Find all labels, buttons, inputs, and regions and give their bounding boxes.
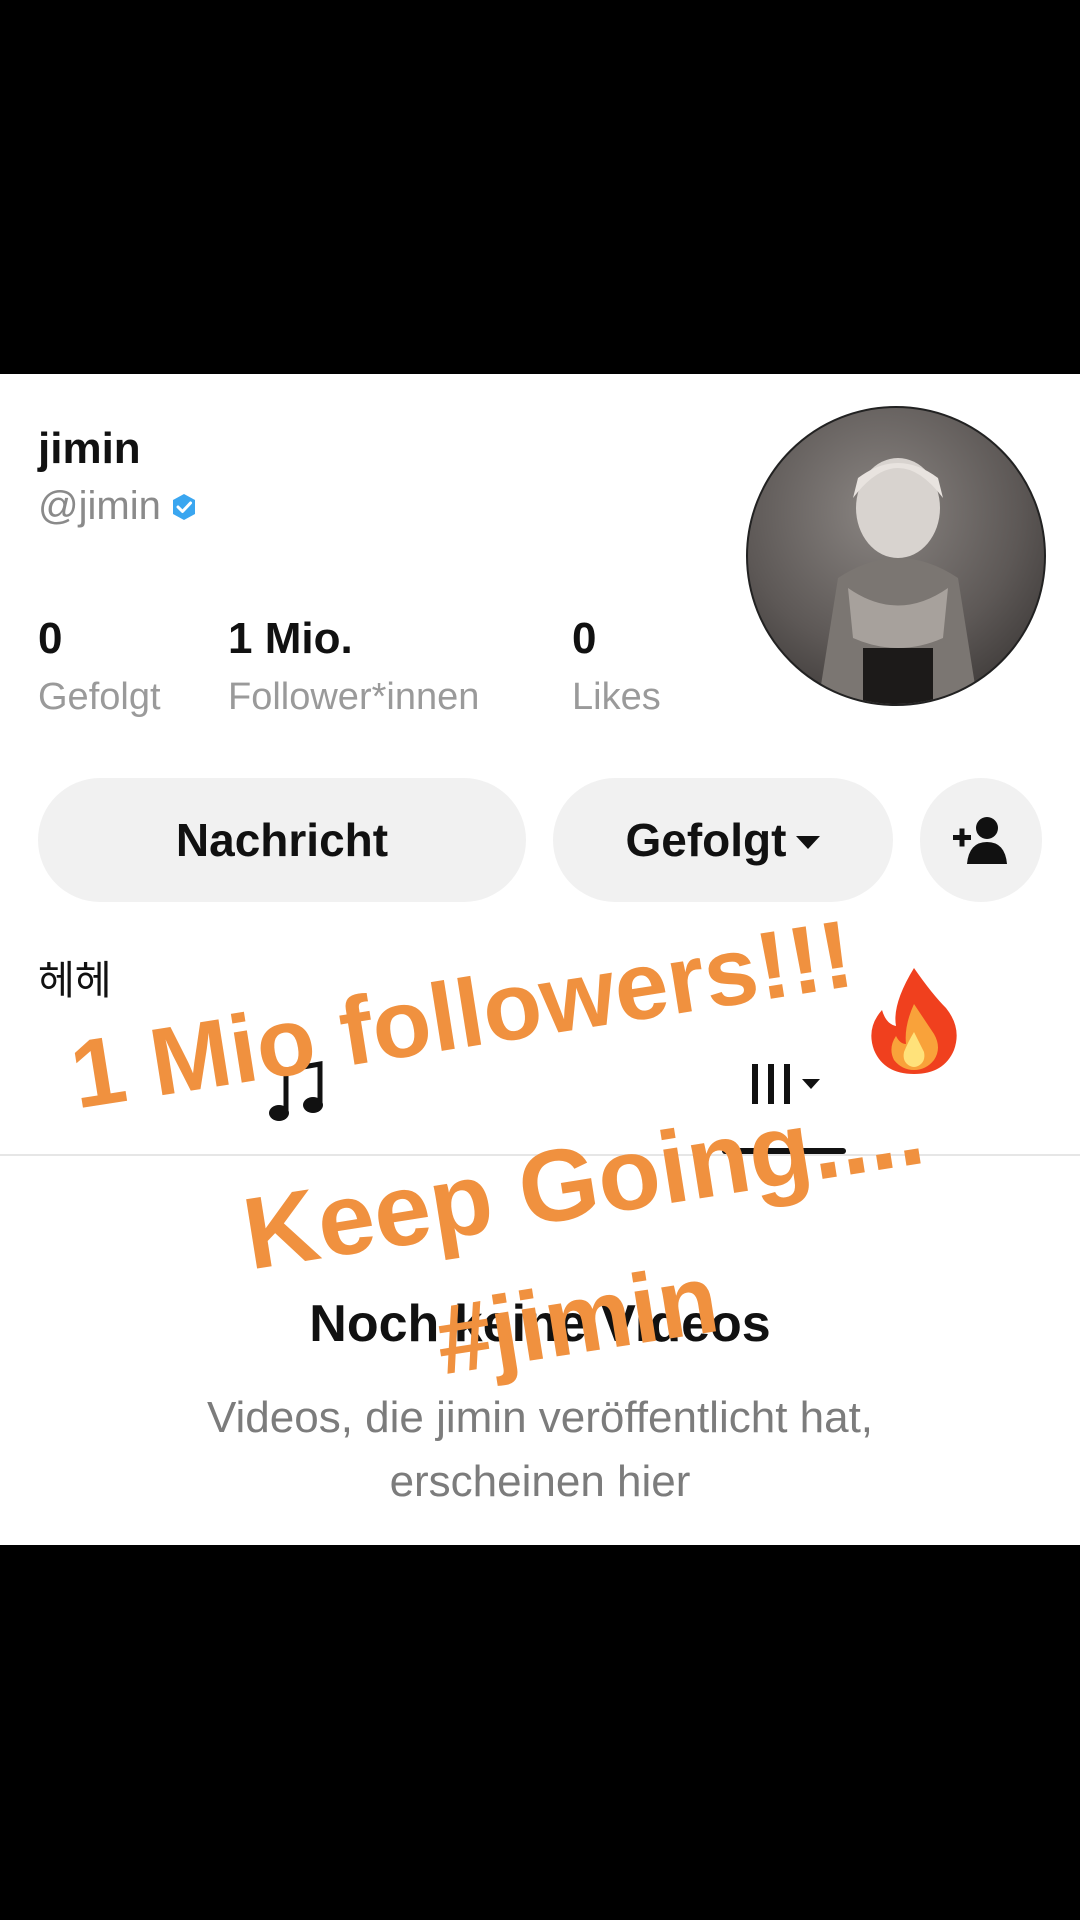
following-button[interactable]: Gefolgt: [553, 778, 893, 902]
bio: 헤헤: [38, 959, 112, 1003]
chevron-down-icon: [796, 835, 821, 849]
reposts-bars-icon: [752, 1064, 790, 1104]
avatar-image: [818, 458, 978, 704]
stat-followers[interactable]: 1 Mio. Follower*innen: [228, 614, 479, 719]
display-name: jimin: [38, 424, 141, 473]
following-button-label: Gefolgt: [625, 814, 787, 866]
add-friend-icon: [953, 817, 1007, 864]
stat-likes-value: 0: [572, 614, 597, 663]
stat-followers-label: Follower*innen: [228, 676, 480, 718]
music-note-icon[interactable]: [262, 1058, 332, 1128]
username: @jimin: [38, 484, 161, 528]
username-row: @jimin: [38, 484, 199, 529]
tab-reposts[interactable]: [752, 1064, 820, 1104]
divider: [0, 1154, 1080, 1156]
stat-following[interactable]: 0 Gefolgt: [38, 614, 161, 719]
stat-likes[interactable]: 0 Likes: [572, 614, 661, 719]
empty-state-title: Noch keine Videos: [309, 1295, 771, 1353]
avatar[interactable]: [746, 406, 1046, 706]
stat-following-label: Gefolgt: [38, 676, 161, 718]
stat-followers-value: 1 Mio.: [228, 614, 353, 663]
empty-state-description: Videos, die jimin veröffentlicht hat, er…: [206, 1393, 874, 1506]
stat-likes-label: Likes: [572, 676, 661, 718]
add-friend-button[interactable]: [920, 778, 1042, 902]
profile-panel: jimin @jimin 0 Gefolgt 1 Mio. Follower*i…: [0, 374, 1080, 1545]
chevron-down-icon: [802, 1079, 820, 1089]
stat-following-value: 0: [38, 614, 63, 663]
message-button[interactable]: Nachricht: [38, 778, 526, 902]
verified-badge-icon: [172, 493, 195, 520]
